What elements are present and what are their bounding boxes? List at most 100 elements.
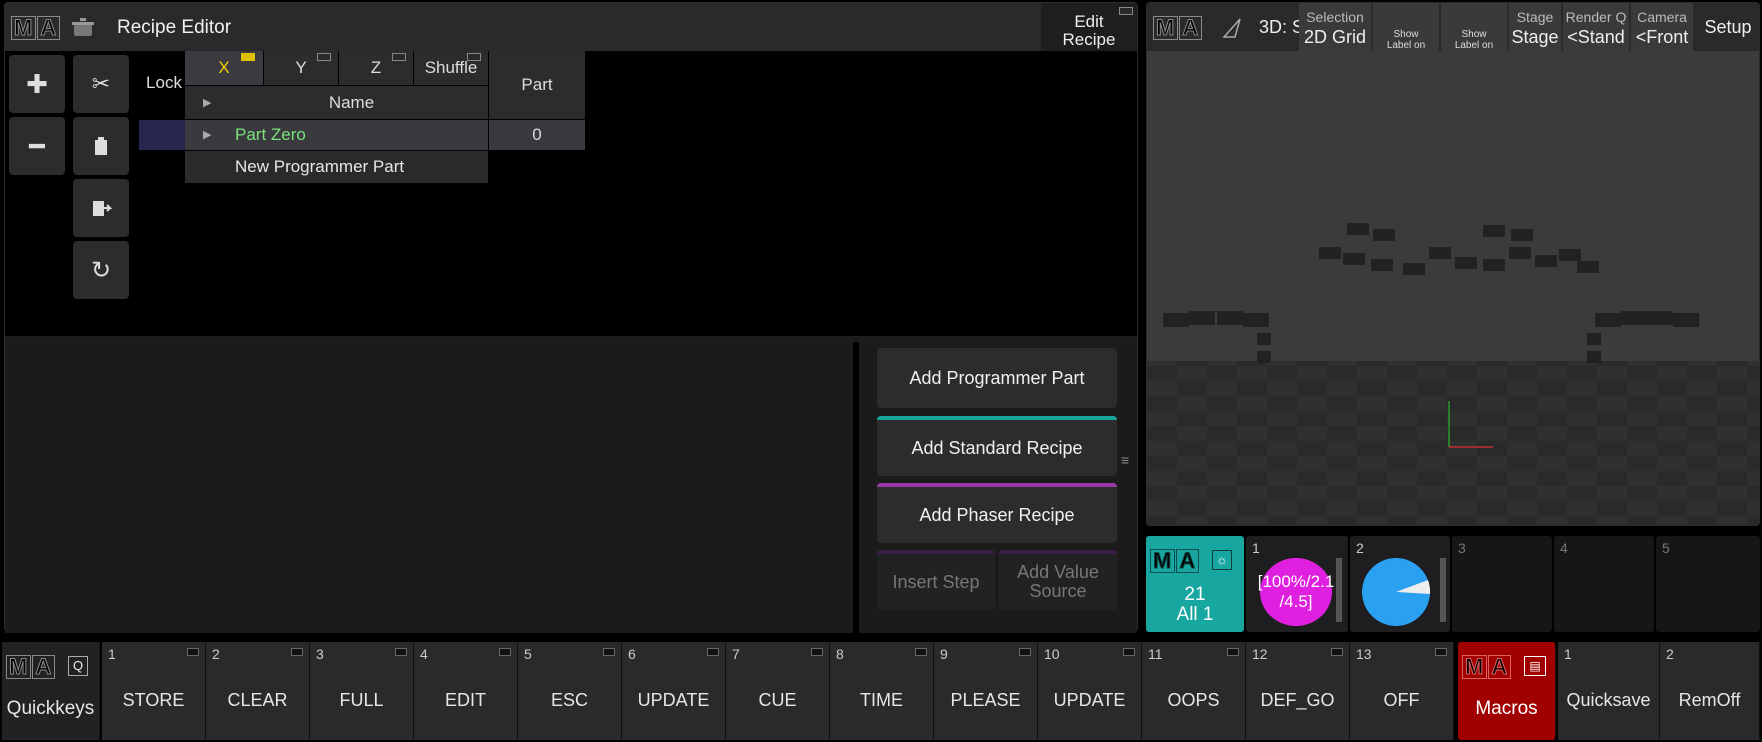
- sun-icon: ☼: [1212, 550, 1232, 570]
- show-label-spot-label: Show Label on Spot: [1386, 29, 1426, 51]
- recipe-editor-window: MA Recipe Editor Edit Recipe ✚ ━ ✂ ↻ Loc…: [4, 2, 1138, 633]
- name-header[interactable]: ▶ Name: [185, 86, 488, 119]
- macro-label: Quicksave: [1566, 690, 1651, 710]
- table-row[interactable]: New Programmer Part: [185, 151, 488, 183]
- group-label: All 1: [1176, 604, 1214, 625]
- quickkey-indicator: [811, 648, 823, 656]
- macro[interactable]: 1 Quicksave: [1558, 642, 1660, 740]
- quickkey[interactable]: 2 CLEAR: [206, 642, 310, 740]
- cut-icon[interactable]: ✂: [73, 55, 129, 113]
- pool-item[interactable]: 1 [100%/2.1 /4.5]: [1246, 536, 1348, 632]
- viewer-titlebar: MA 3D: S Selection 2D Grid Show Label on…: [1147, 3, 1759, 51]
- row-selection-lock[interactable]: [139, 120, 187, 150]
- quickkey-label: OOPS: [1167, 690, 1220, 710]
- add-standard-recipe-button[interactable]: Add Standard Recipe: [877, 416, 1117, 476]
- quickkey[interactable]: 8 TIME: [830, 642, 934, 740]
- quickkey[interactable]: 4 EDIT: [414, 642, 518, 740]
- macro-icon: ▤: [1524, 656, 1546, 676]
- copy-icon[interactable]: [73, 117, 129, 175]
- show-label-body-toggle[interactable]: Show Label on Body: [1441, 3, 1507, 51]
- setup-label: Setup: [1704, 17, 1752, 37]
- part-header[interactable]: Part: [489, 51, 585, 119]
- quickkey-label: OFF: [1383, 690, 1420, 710]
- macro-number: 1: [1564, 646, 1572, 662]
- quickkey-number: 9: [940, 646, 948, 662]
- refresh-icon[interactable]: ↻: [73, 241, 129, 299]
- pool-item[interactable]: 3: [1452, 536, 1552, 632]
- camera-header[interactable]: Camera <Front: [1631, 3, 1693, 51]
- pool-item[interactable]: 4: [1554, 536, 1654, 632]
- quickkey[interactable]: 1 STORE: [102, 642, 206, 740]
- 3d-stage-view[interactable]: [1147, 51, 1759, 525]
- quickkey-label: PLEASE: [950, 690, 1021, 710]
- recipe-editor-titlebar: MA Recipe Editor Edit Recipe: [5, 3, 1137, 51]
- group-number: 21: [1184, 584, 1206, 605]
- ma-logo: MA: [1153, 15, 1203, 41]
- insert-step-button[interactable]: Insert Step: [877, 550, 995, 610]
- pool-item-number: 5: [1662, 540, 1670, 556]
- expand-row-icon[interactable]: ▶: [203, 128, 211, 141]
- show-label-spot-toggle[interactable]: Show Label on Spot: [1373, 3, 1439, 51]
- group-pool-header[interactable]: MA ☼ 21 All 1: [1146, 536, 1244, 632]
- row-part[interactable]: 0: [489, 120, 585, 150]
- name-header-label: Name: [328, 92, 375, 112]
- detail-separator: [853, 342, 859, 633]
- quickkey[interactable]: 10 UPDATE: [1038, 642, 1142, 740]
- stage-header[interactable]: Stage Stage: [1509, 3, 1561, 51]
- quickkey[interactable]: 6 UPDATE: [622, 642, 726, 740]
- quickkeys-pool-header[interactable]: MA Q Quickkeys: [2, 642, 100, 740]
- macro-number: 2: [1666, 646, 1674, 662]
- shuffle-indicator: [467, 53, 481, 61]
- stage-value: Stage: [1511, 27, 1559, 47]
- quickkey-indicator: [707, 648, 719, 656]
- quickkey-number: 8: [836, 646, 844, 662]
- quickkey-indicator: [603, 648, 615, 656]
- x-indicator: [241, 53, 255, 61]
- selection-header[interactable]: Selection 2D Grid: [1299, 3, 1371, 51]
- quickkey-label: FULL: [339, 690, 384, 710]
- quickkey-label: CLEAR: [227, 690, 288, 710]
- quickkey[interactable]: 9 PLEASE: [934, 642, 1038, 740]
- quickkey[interactable]: 7 CUE: [726, 642, 830, 740]
- y-indicator: [317, 53, 331, 61]
- add-programmer-part-button[interactable]: Add Programmer Part: [877, 348, 1117, 408]
- macros-pool-header[interactable]: MA ▤ Macros: [1458, 642, 1556, 740]
- macro[interactable]: 2 RemOff: [1660, 642, 1760, 740]
- pool-item-text: [100%/2.1 /4.5]: [1257, 572, 1335, 611]
- camera-value: <Front: [1635, 27, 1689, 47]
- quickkey-label: CUE: [758, 690, 797, 710]
- quickkey-number: 11: [1148, 646, 1163, 662]
- pool-item[interactable]: 2: [1350, 536, 1450, 632]
- quickkey-icon: Q: [68, 656, 88, 676]
- quickkey-label: DEF_GO: [1260, 690, 1335, 710]
- quickkey[interactable]: 12 DEF_GO: [1246, 642, 1350, 740]
- show-label-body-label: Show Label on Body: [1454, 29, 1494, 51]
- quickkey[interactable]: 11 OOPS: [1142, 642, 1246, 740]
- quickkey[interactable]: 5 ESC: [518, 642, 622, 740]
- drag-handle-icon[interactable]: ≡: [1121, 452, 1133, 492]
- lock-header[interactable]: Lock: [139, 65, 189, 101]
- add-phaser-recipe-button[interactable]: Add Phaser Recipe: [877, 483, 1117, 543]
- pool-item[interactable]: 5: [1656, 536, 1760, 632]
- quickkey-number: 4: [420, 646, 428, 662]
- selection-sub: Selection: [1306, 9, 1364, 25]
- paste-icon[interactable]: [73, 179, 129, 237]
- add-value-source-button[interactable]: Add Value Source: [999, 550, 1117, 610]
- setup-button[interactable]: Setup: [1695, 3, 1759, 51]
- pool-item-number: 2: [1356, 540, 1364, 556]
- render-quality-header[interactable]: Render Q <Stand: [1563, 3, 1629, 51]
- table-row[interactable]: ▶ Part Zero: [185, 120, 488, 150]
- macros-label: Macros: [1475, 698, 1538, 719]
- quickkey-number: 6: [628, 646, 636, 662]
- quickkey[interactable]: 13 OFF: [1350, 642, 1454, 740]
- add-icon[interactable]: ✚: [9, 55, 65, 113]
- quickkey-label: UPDATE: [637, 690, 710, 710]
- quickkey[interactable]: 3 FULL: [310, 642, 414, 740]
- quickkey-number: 10: [1044, 646, 1060, 662]
- remove-icon[interactable]: ━: [9, 117, 65, 175]
- quickkey-indicator: [395, 648, 407, 656]
- expand-all-icon[interactable]: ▶: [203, 96, 211, 109]
- quickkey-indicator: [915, 648, 927, 656]
- quickkey-indicator: [499, 648, 511, 656]
- pool-item-number: 4: [1560, 540, 1568, 556]
